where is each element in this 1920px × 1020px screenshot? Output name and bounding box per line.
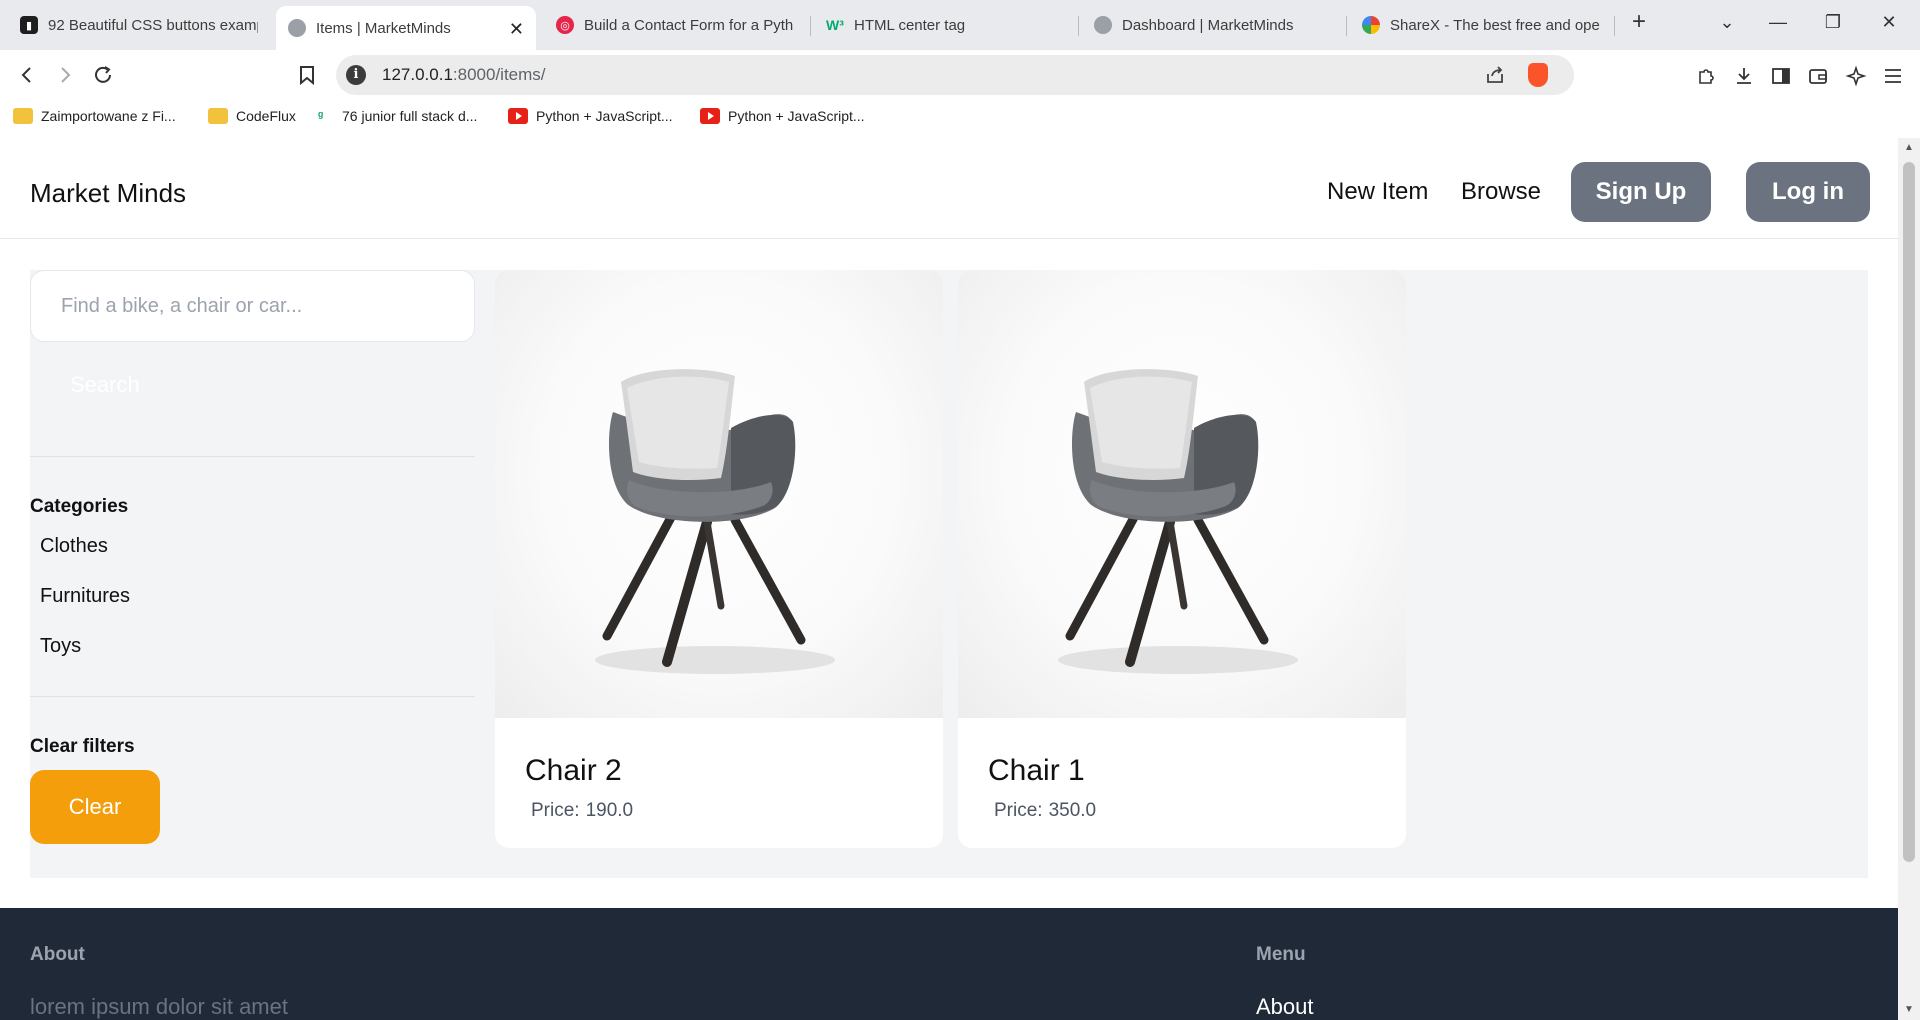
site-footer: About lorem ipsum dolor sit amet Menu Ab… [0, 908, 1898, 1020]
category-link-toys[interactable]: Toys [40, 635, 81, 658]
footer-menu-heading: Menu [1256, 944, 1306, 965]
browser-tab[interactable]: W³ HTML center tag [814, 8, 1076, 42]
extensions-icon[interactable] [1694, 64, 1718, 88]
page-viewport: Market Minds New Item Browse Sign Up Log… [0, 138, 1898, 1020]
chair-image [1058, 369, 1298, 674]
close-window-icon[interactable]: ✕ [1874, 12, 1904, 33]
chair-image [595, 369, 835, 674]
browser-tab[interactable]: Dashboard | MarketMinds [1082, 8, 1344, 42]
sign-up-button[interactable]: Sign Up [1571, 162, 1711, 222]
site-navbar: Market Minds New Item Browse Sign Up Log… [0, 138, 1898, 239]
scroll-down-arrow-icon[interactable]: ▼ [1904, 1004, 1914, 1015]
address-bar[interactable]: i 127.0.0.1:8000/items/ [336, 55, 1574, 95]
menu-icon[interactable] [1881, 64, 1905, 88]
url-text[interactable]: 127.0.0.1:8000/items/ [382, 65, 546, 85]
browser-tab[interactable]: ShareX - The best free and ope [1350, 8, 1612, 42]
item-card[interactable]: Chair 1 Price: 350.0 [958, 270, 1406, 848]
browser-tab[interactable]: ◎ Build a Contact Form for a Pyth [544, 8, 808, 42]
bookmark-item[interactable]: Python + JavaScript... [508, 108, 673, 124]
leo-ai-icon[interactable] [1844, 64, 1868, 88]
site-icon: ᵍ [318, 108, 324, 123]
footer-about-text: lorem ipsum dolor sit amet [30, 994, 288, 1019]
categories-heading: Categories [30, 496, 129, 517]
tab-separator [1346, 16, 1347, 36]
target-icon: ◎ [556, 16, 574, 34]
item-image [495, 270, 943, 718]
scroll-up-arrow-icon[interactable]: ▲ [1904, 142, 1914, 153]
footer-about-heading: About [30, 944, 85, 965]
download-icon[interactable] [1732, 64, 1756, 88]
search-button[interactable]: Search [70, 372, 140, 398]
tab-search-chevron-icon[interactable]: ⌄ [1712, 12, 1742, 33]
tab-separator [810, 16, 811, 36]
sharex-icon [1362, 16, 1380, 34]
globe-icon [288, 19, 306, 37]
bookmark-item[interactable]: Python + JavaScript... [700, 108, 865, 124]
new-item-link[interactable]: New Item [1327, 178, 1428, 206]
codepen-icon: ▮ [20, 16, 38, 34]
browser-tab[interactable]: ▮ 92 Beautiful CSS buttons examp [8, 8, 270, 42]
sidebar-icon[interactable] [1769, 64, 1793, 88]
new-tab-icon[interactable]: + [1624, 8, 1654, 36]
tab-separator [1614, 16, 1615, 36]
tab-separator [1078, 16, 1079, 36]
site-info-icon[interactable]: i [346, 65, 366, 85]
sidebar-divider [30, 696, 475, 697]
bookmarks-bar: Zaimportowane z Fi... CodeFlux ᵍ 76 juni… [0, 100, 1920, 138]
globe-icon [1094, 16, 1112, 34]
bookmark-item[interactable]: Zaimportowane z Fi... [13, 108, 176, 124]
brand-logo-link[interactable]: Market Minds [30, 178, 186, 209]
category-link-furnitures[interactable]: Furnitures [40, 585, 130, 608]
item-card[interactable]: Chair 2 Price: 190.0 [495, 270, 943, 848]
item-name[interactable]: Chair 1 [988, 754, 1085, 788]
item-price: Price: 190.0 [531, 800, 634, 821]
back-icon[interactable] [14, 62, 40, 88]
clear-filters-button[interactable]: Clear [30, 770, 160, 844]
bookmark-icon[interactable] [294, 62, 320, 88]
reload-icon[interactable] [90, 62, 116, 88]
minimize-icon[interactable]: — [1763, 12, 1793, 33]
browse-link[interactable]: Browse [1461, 178, 1541, 206]
footer-about-link[interactable]: About [1256, 994, 1314, 1020]
wallet-icon[interactable] [1806, 64, 1830, 88]
search-input[interactable]: Find a bike, a chair or car... [30, 270, 475, 342]
item-name[interactable]: Chair 2 [525, 754, 622, 788]
brave-shield-icon[interactable] [1528, 63, 1548, 87]
forward-icon[interactable] [52, 62, 78, 88]
bookmark-item[interactable]: CodeFlux [208, 108, 296, 124]
w3schools-icon: W³ [826, 17, 844, 33]
scrollbar-thumb[interactable] [1903, 162, 1915, 862]
browser-tab-strip: ▮ 92 Beautiful CSS buttons examp Items |… [0, 0, 1920, 50]
category-link-clothes[interactable]: Clothes [40, 535, 108, 558]
items-panel: Find a bike, a chair or car... Search Ca… [30, 270, 1868, 878]
item-image [958, 270, 1406, 718]
page-scrollbar[interactable]: ▲ ▼ [1898, 138, 1920, 1020]
item-price: Price: 350.0 [994, 800, 1097, 821]
close-tab-icon[interactable]: ✕ [509, 19, 524, 40]
share-icon[interactable] [1484, 64, 1506, 91]
sidebar-divider [30, 456, 475, 457]
bookmark-item[interactable]: ᵍ 76 junior full stack d... [318, 108, 477, 124]
browser-tab-active[interactable]: Items | MarketMinds ✕ [276, 6, 536, 50]
youtube-icon [700, 108, 720, 124]
restore-icon[interactable]: ❐ [1818, 12, 1848, 33]
clear-filters-heading: Clear filters [30, 736, 135, 757]
youtube-icon [508, 108, 528, 124]
folder-icon [13, 108, 33, 124]
log-in-button[interactable]: Log in [1746, 162, 1870, 222]
folder-icon [208, 108, 228, 124]
